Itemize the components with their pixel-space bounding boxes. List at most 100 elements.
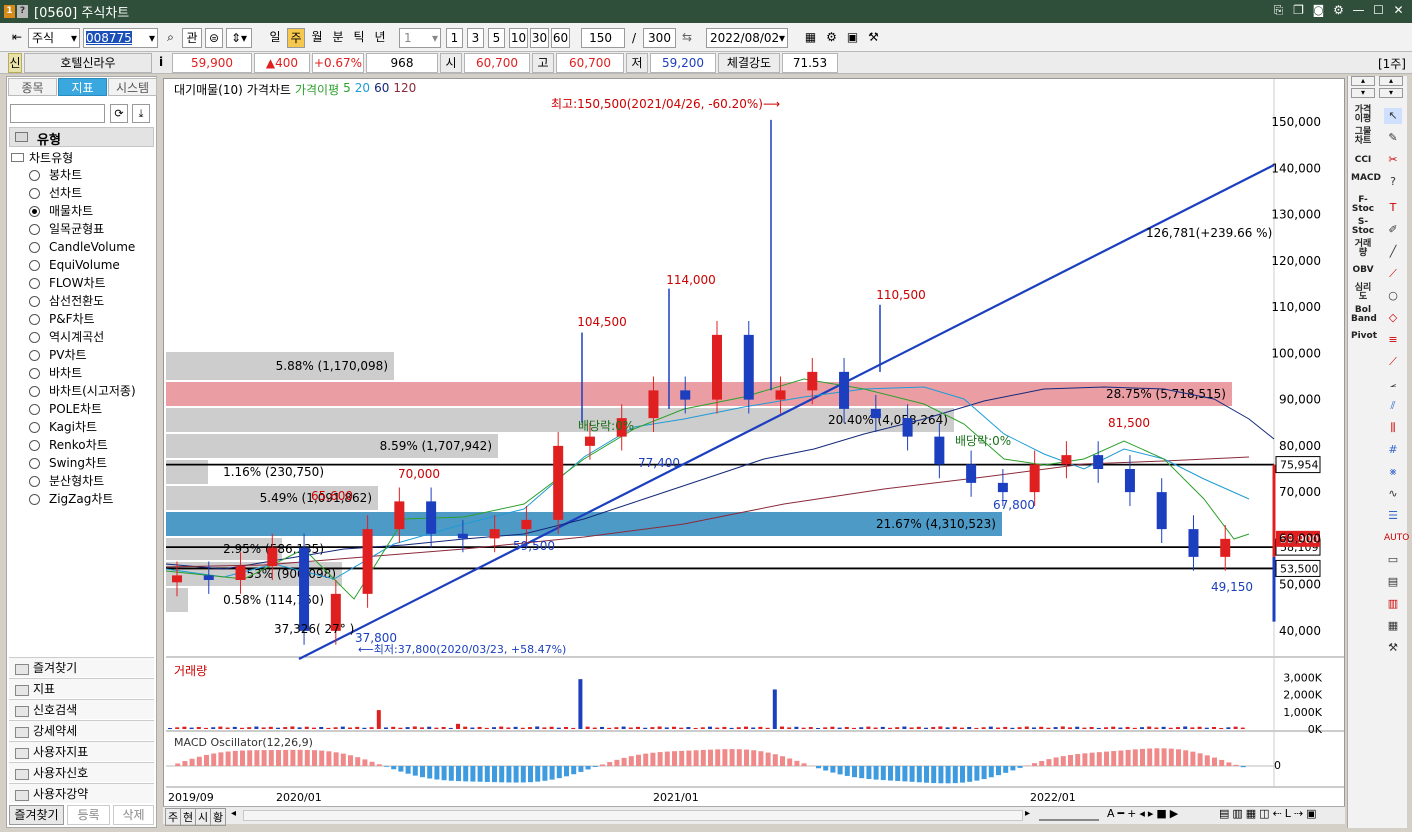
chart-type-option[interactable]: 선차트 bbox=[29, 185, 82, 201]
gann-icon[interactable]: ⟋ bbox=[1384, 354, 1402, 370]
tab-stock[interactable]: 종목 bbox=[8, 78, 57, 96]
interval-5[interactable]: 5 bbox=[488, 28, 505, 48]
ind-s-stoc[interactable]: S-Stoc bbox=[1351, 218, 1375, 236]
chart-type-option[interactable]: FLOW차트 bbox=[29, 275, 106, 291]
prev-icon[interactable]: ⇤ bbox=[8, 28, 26, 48]
download-icon[interactable]: ⤓ bbox=[132, 104, 150, 123]
ind-macd[interactable]: MACD bbox=[1351, 174, 1381, 183]
radio-icon[interactable] bbox=[29, 331, 40, 343]
chart-type-option[interactable]: PV차트 bbox=[29, 347, 87, 363]
gwan-button[interactable]: 관 bbox=[182, 28, 202, 48]
pin-icon[interactable]: ⎘ bbox=[1271, 3, 1286, 18]
period-week[interactable]: 주 bbox=[287, 28, 305, 48]
line-icon[interactable]: ╱ bbox=[1384, 244, 1402, 260]
bottom-tab-market[interactable]: 시 bbox=[195, 808, 212, 826]
layout-icon[interactable]: ▦ bbox=[802, 28, 819, 48]
bottom-tools-icon[interactable]: A━+◂▸■▶ bbox=[1107, 807, 1181, 820]
tools-icon[interactable]: ⚒ bbox=[865, 28, 882, 48]
group-chart-type[interactable]: 차트유형 bbox=[11, 149, 73, 166]
folder-indicators[interactable]: 지표 bbox=[9, 678, 154, 698]
chart-type-option[interactable]: P&F차트 bbox=[29, 311, 95, 327]
bottom-view-icon[interactable]: ▤▥▦◫⇠L⇢▣ bbox=[1219, 807, 1320, 820]
text-icon[interactable]: T bbox=[1384, 200, 1402, 216]
radio-icon[interactable] bbox=[29, 349, 40, 361]
tab-system[interactable]: 시스템 bbox=[108, 78, 157, 96]
chart-type-option[interactable]: ZigZag차트 bbox=[29, 491, 113, 507]
indicator-search-input[interactable] bbox=[10, 104, 105, 123]
minimize-icon[interactable]: — bbox=[1351, 3, 1366, 18]
ind-bollinger[interactable]: Bol Band bbox=[1351, 306, 1377, 324]
radio-icon[interactable] bbox=[29, 205, 40, 217]
search-icon[interactable]: ⌕ bbox=[162, 28, 179, 48]
scroll-down-icon[interactable]: ▾ bbox=[1351, 88, 1375, 98]
bottom-tab-week[interactable]: 주 bbox=[165, 808, 182, 826]
radio-icon[interactable] bbox=[29, 457, 40, 469]
scroll-right-icon[interactable]: ▸ bbox=[1025, 808, 1030, 819]
expand-icon[interactable]: ▾ bbox=[1379, 88, 1403, 98]
radio-icon[interactable] bbox=[29, 277, 40, 289]
scroll-left-icon[interactable]: ◂ bbox=[231, 808, 236, 819]
ray-icon[interactable]: ⟋ bbox=[1384, 266, 1402, 282]
cursor-icon[interactable]: ↖ bbox=[1384, 108, 1402, 124]
radio-icon[interactable] bbox=[29, 403, 40, 415]
maximize-icon[interactable]: ☐ bbox=[1371, 3, 1386, 18]
delete-button[interactable]: 삭제 bbox=[113, 805, 154, 825]
folder-favorites[interactable]: 즐겨찾기 bbox=[9, 657, 154, 677]
ind-pivot[interactable]: Pivot bbox=[1351, 332, 1377, 341]
ind-cci[interactable]: CCI bbox=[1351, 156, 1375, 165]
interval-60[interactable]: 60 bbox=[551, 28, 570, 48]
chart-canvas[interactable]: 5.88% (1,170,098)28.75% (5,718,515)20.40… bbox=[164, 79, 1346, 823]
chart-type-option[interactable]: EquiVolume bbox=[29, 257, 120, 273]
favorites-button[interactable]: 즐겨찾기 bbox=[9, 805, 64, 825]
bottom-tab-current[interactable]: 현 bbox=[180, 808, 197, 826]
scrollbar[interactable] bbox=[243, 810, 1023, 821]
refresh-icon[interactable]: ⊜ bbox=[205, 28, 223, 48]
period-year[interactable]: 년 bbox=[371, 28, 389, 48]
interval-30[interactable]: 30 bbox=[530, 28, 549, 48]
chart-type-option[interactable]: 일목균형표 bbox=[29, 221, 104, 237]
ind-volume[interactable]: 거래량 bbox=[1351, 240, 1375, 258]
scroll-up-icon[interactable]: ▴ bbox=[1351, 76, 1375, 86]
date-input[interactable]: 2022/08/02 ▾ bbox=[706, 28, 788, 48]
chart-type-option[interactable]: Swing차트 bbox=[29, 455, 107, 471]
chart-type-option[interactable]: Renko차트 bbox=[29, 437, 108, 453]
radio-icon[interactable] bbox=[29, 493, 40, 505]
chart-type-option[interactable]: 매물차트 bbox=[29, 203, 93, 219]
ind-f-stoc[interactable]: F-Stoc bbox=[1351, 196, 1375, 214]
bottom-tab-status[interactable]: 황 bbox=[210, 808, 227, 826]
radio-icon[interactable] bbox=[29, 421, 40, 433]
grid-icon[interactable]: # bbox=[1384, 442, 1402, 458]
section-type[interactable]: 유형 bbox=[9, 127, 154, 148]
circle-icon[interactable]: ○ bbox=[1384, 288, 1402, 304]
interval-3[interactable]: 3 bbox=[467, 28, 484, 48]
copy-icon[interactable]: ❐ bbox=[1291, 3, 1306, 18]
interval-1[interactable]: 1 bbox=[446, 28, 463, 48]
chart-type-option[interactable]: 봉차트 bbox=[29, 167, 82, 183]
notes-icon[interactable]: ▦ bbox=[1384, 618, 1402, 634]
chart-type-option[interactable]: 바차트(시고저종) bbox=[29, 383, 136, 399]
folder-user-strength[interactable]: 사용자강약 bbox=[9, 783, 154, 803]
fibo-icon[interactable]: ≡ bbox=[1384, 332, 1402, 348]
chart-type-option[interactable]: POLE차트 bbox=[29, 401, 102, 417]
radio-icon[interactable] bbox=[29, 439, 40, 451]
radio-icon[interactable] bbox=[29, 385, 40, 397]
bars-icon[interactable]: ⫼ bbox=[1384, 420, 1402, 436]
interval-10[interactable]: 10 bbox=[509, 28, 528, 48]
auto-icon[interactable]: AUTO bbox=[1384, 530, 1409, 546]
tab-indicator[interactable]: 지표 bbox=[58, 78, 107, 96]
camera-icon[interactable]: ◙ bbox=[1311, 3, 1326, 18]
cross-icon[interactable]: ⨳ bbox=[1384, 464, 1402, 480]
chart-type-option[interactable]: 분산형차트 bbox=[29, 473, 104, 489]
zoom-icon[interactable]: ⇆ bbox=[679, 28, 695, 48]
chart-area[interactable]: 5.88% (1,170,098) 28.75% (5,718,515) 20.40… bbox=[163, 78, 1345, 822]
settings-icon[interactable]: ⚙ bbox=[1331, 3, 1346, 18]
period-day[interactable]: 일 bbox=[266, 28, 284, 48]
brush-icon[interactable]: ✎ bbox=[1384, 130, 1402, 146]
folder-signal-search[interactable]: 신호검색 bbox=[9, 699, 154, 719]
ind-obv[interactable]: OBV bbox=[1351, 266, 1375, 275]
radio-icon[interactable] bbox=[29, 169, 40, 181]
radio-icon[interactable] bbox=[29, 313, 40, 325]
count-input[interactable]: 150 bbox=[581, 28, 625, 48]
chart-type-option[interactable]: CandleVolume bbox=[29, 239, 135, 255]
chart-type-option[interactable]: 바차트 bbox=[29, 365, 82, 381]
